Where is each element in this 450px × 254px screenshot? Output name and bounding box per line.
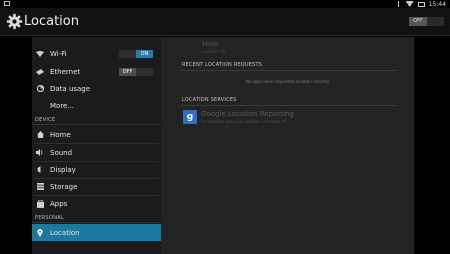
divider [180, 105, 397, 106]
settings-sidebar: Wi-Fi ON Ethernet OFF Data usage More...… [32, 37, 161, 254]
location-pin-icon [32, 228, 48, 237]
sidebar-item-display[interactable]: Display [32, 161, 161, 178]
ethernet-icon [32, 68, 48, 75]
divider [180, 70, 397, 71]
location-master-toggle[interactable]: OFF [409, 17, 444, 26]
page-title: Location [24, 14, 79, 29]
wifi-signal-icon [405, 1, 414, 7]
home-icon [32, 131, 48, 138]
recent-requests-empty-text: No apps have requested location recently [245, 79, 330, 84]
divider [32, 222, 161, 223]
sidebar-item-label: Sound [50, 148, 73, 157]
bluetooth-icon [397, 1, 402, 7]
mode-title[interactable]: Mode [202, 41, 218, 48]
sidebar-item-label: More... [50, 101, 75, 110]
section-header-personal: PERSONAL [35, 215, 65, 221]
location-toggle-label: OFF [409, 17, 427, 26]
action-bar: Location OFF [0, 8, 450, 36]
ethernet-toggle[interactable]: OFF [119, 68, 153, 76]
sidebar-item-label: Display [50, 165, 76, 174]
storage-icon [32, 183, 48, 190]
settings-gear-icon[interactable] [6, 13, 23, 30]
data-usage-icon [32, 85, 48, 92]
battery-icon [417, 1, 425, 7]
section-header-device: DEVICE [35, 117, 56, 123]
ethernet-toggle-label: OFF [119, 68, 136, 76]
wifi-icon [32, 50, 48, 57]
sidebar-item-label: Storage [50, 182, 78, 191]
sidebar-item-label: Wi-Fi [50, 49, 67, 58]
apps-icon [32, 199, 48, 208]
status-bar: 15:44 [0, 0, 450, 8]
sound-icon [32, 149, 48, 156]
wifi-toggle-label: ON [136, 50, 153, 58]
sidebar-item-apps[interactable]: Apps [32, 195, 161, 212]
sidebar-item-sound[interactable]: Sound [32, 144, 161, 161]
mode-subtitle: Location off [202, 49, 226, 54]
sidebar-item-more[interactable]: More... [32, 97, 161, 114]
right-margin [414, 37, 450, 254]
location-settings-panel: Mode Location off RECENT LOCATION REQUES… [161, 37, 414, 254]
sidebar-item-label: Location [50, 228, 80, 237]
section-header-recent-requests: RECENT LOCATION REQUESTS [182, 62, 263, 68]
google-location-reporting-subtitle: Unavailable because Location is turned o… [201, 119, 287, 124]
sidebar-item-home[interactable]: Home [32, 126, 161, 143]
google-location-reporting-title[interactable]: Google Location Reporting [201, 110, 294, 118]
wifi-toggle[interactable]: ON [119, 50, 153, 58]
section-header-location-services: LOCATION SERVICES [182, 97, 237, 103]
sidebar-item-data-usage[interactable]: Data usage [32, 80, 161, 97]
sidebar-item-storage[interactable]: Storage [32, 178, 161, 195]
sidebar-item-location[interactable]: Location [32, 224, 161, 241]
clock: 15:44 [428, 0, 446, 8]
sidebar-item-label: Home [50, 130, 71, 139]
sidebar-item-label: Ethernet [50, 67, 81, 76]
display-icon [32, 166, 48, 173]
divider [32, 124, 161, 125]
sidebar-item-label: Apps [50, 199, 68, 208]
google-icon: g [183, 110, 197, 124]
status-icons: 15:44 [397, 0, 446, 8]
notification-icon [4, 1, 10, 6]
sidebar-item-label: Data usage [50, 84, 91, 93]
